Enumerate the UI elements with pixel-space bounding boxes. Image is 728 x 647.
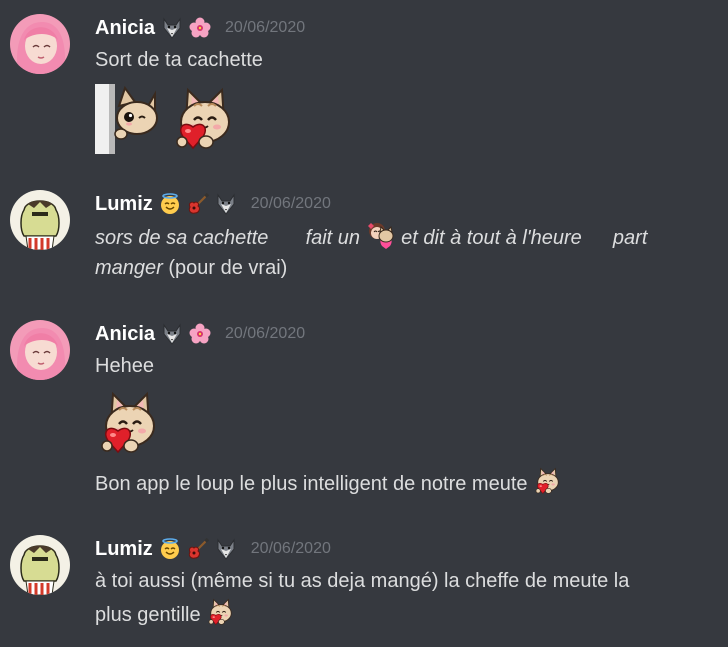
italic-text: sors de sa cachette xyxy=(95,227,269,249)
username[interactable]: Anicia xyxy=(95,323,155,346)
timestamp: 20/06/2020 xyxy=(225,325,306,342)
plain-text: Bon app le loup le plus intelligent de n… xyxy=(95,473,528,495)
timestamp: 20/06/2020 xyxy=(250,540,331,557)
girl-cat-emoji[interactable] xyxy=(366,220,396,250)
username[interactable]: Lumiz xyxy=(95,538,153,561)
italic-text: et dit à tout à l'heure xyxy=(401,227,582,249)
hibiscus-icon xyxy=(189,17,211,39)
guitar-icon xyxy=(187,538,209,560)
message-header: Lumiz 20/06/2020 xyxy=(95,535,331,563)
wolf-icon xyxy=(161,17,183,39)
heart-cat-emoji[interactable] xyxy=(95,388,165,458)
message-text-line-2: plus gentille xyxy=(95,597,236,631)
wolf-icon xyxy=(215,538,237,560)
username[interactable]: Anicia xyxy=(95,17,155,40)
username[interactable]: Lumiz xyxy=(95,193,153,216)
guitar-icon xyxy=(187,193,209,215)
message-text: Hehee xyxy=(95,355,154,377)
message-header: Lumiz 20/06/2020 xyxy=(95,190,331,218)
italic-text: fait un xyxy=(305,227,361,249)
avatar-anicia[interactable] xyxy=(10,320,70,380)
message-header: Anicia 20/06/2020 xyxy=(95,14,305,42)
plain-text: plus gentille xyxy=(95,604,201,626)
peeking-cat-emoji[interactable] xyxy=(95,84,165,154)
message-header: Anicia 20/06/2020 xyxy=(95,320,305,348)
halo-smile-icon xyxy=(159,538,181,560)
avatar-anicia[interactable] xyxy=(10,14,70,74)
wolf-icon xyxy=(161,323,183,345)
italic-text: part xyxy=(612,227,648,249)
wolf-icon xyxy=(215,193,237,215)
message-text: Sort de ta cachette xyxy=(95,49,263,71)
hibiscus-icon xyxy=(189,323,211,345)
message-text-line-1: sors de sa cachette fait un et dit à tou… xyxy=(95,220,647,254)
plain-text: (pour de vrai) xyxy=(168,257,288,279)
message-text-line-2: Bon app le loup le plus intelligent de n… xyxy=(95,466,563,500)
heart-cat-emoji[interactable] xyxy=(170,84,240,154)
heart-cat-emoji[interactable] xyxy=(206,597,236,627)
message-text-line-2: manger (pour de vrai) xyxy=(95,252,287,284)
italic-text: manger xyxy=(95,257,163,279)
avatar-lumiz[interactable] xyxy=(10,190,70,250)
avatar-lumiz[interactable] xyxy=(10,535,70,595)
timestamp: 20/06/2020 xyxy=(225,19,306,36)
timestamp: 20/06/2020 xyxy=(250,195,331,212)
heart-cat-emoji[interactable] xyxy=(533,466,563,496)
halo-smile-icon xyxy=(159,193,181,215)
message-text-line-1: à toi aussi (même si tu as deja mangé) l… xyxy=(95,570,630,592)
